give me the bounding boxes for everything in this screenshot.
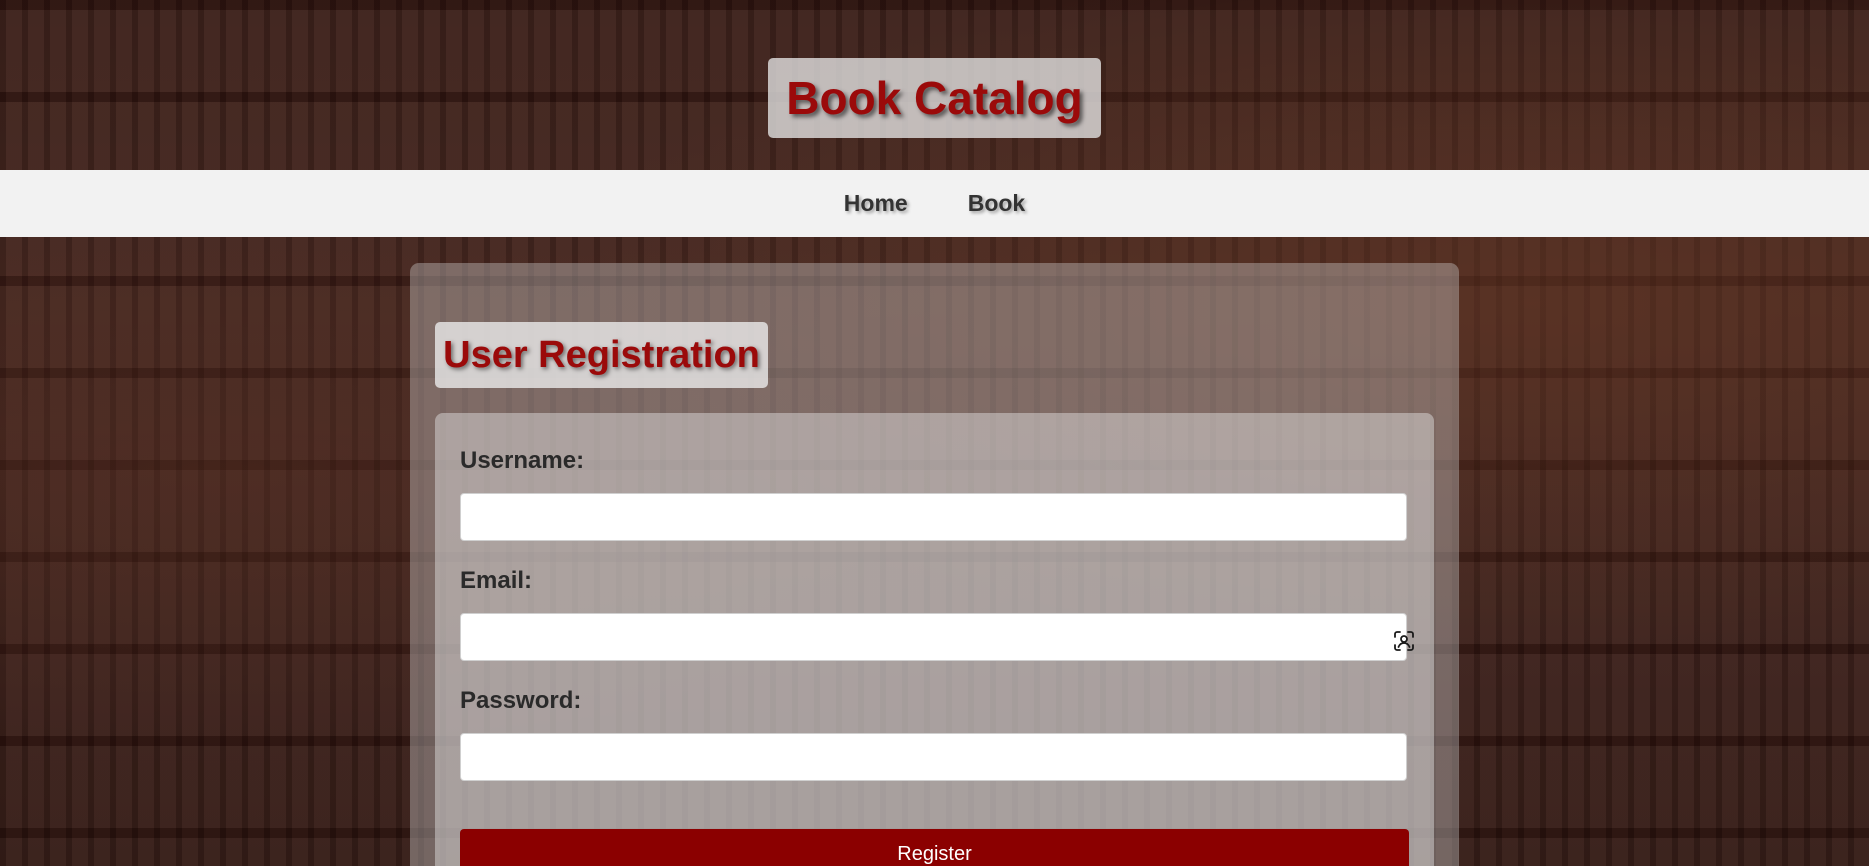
registration-form: Username: Email: Password: Register — [435, 413, 1434, 866]
email-label: Email: — [460, 567, 533, 594]
main-navbar: Home Book — [0, 170, 1869, 237]
password-input[interactable] — [460, 733, 1407, 781]
email-input[interactable] — [460, 613, 1407, 661]
nav-link-home[interactable]: Home — [844, 190, 908, 217]
site-title-box: Book Catalog — [768, 58, 1101, 138]
register-button[interactable]: Register — [460, 829, 1409, 866]
username-label: Username: — [460, 447, 585, 474]
registration-panel: User Registration Username: Email: Passw… — [410, 263, 1459, 866]
registration-title: User Registration — [443, 333, 760, 376]
section-title-box: User Registration — [435, 322, 768, 388]
site-title: Book Catalog — [786, 72, 1083, 124]
username-input[interactable] — [460, 493, 1407, 541]
site-header: Book Catalog — [0, 0, 1869, 170]
password-label: Password: — [460, 687, 582, 714]
nav-link-book[interactable]: Book — [968, 190, 1026, 217]
autofill-contact-icon[interactable] — [1392, 629, 1416, 653]
